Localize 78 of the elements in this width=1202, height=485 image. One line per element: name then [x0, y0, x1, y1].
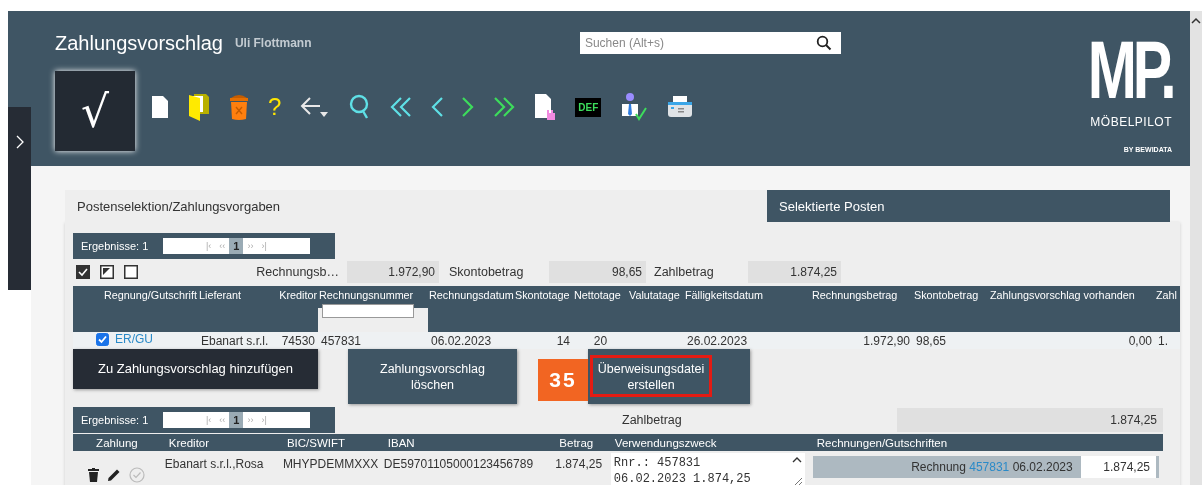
total-label: Zahlbetrag	[653, 265, 715, 279]
back-arrow-icon[interactable]	[300, 95, 331, 119]
tab[interactable]: Selektierte Posten	[767, 190, 1170, 222]
chevron-left-icon[interactable]	[431, 96, 444, 118]
invoice-amount: 1.874,25	[1080, 456, 1156, 478]
total-value: 98,65	[549, 261, 646, 283]
column-header[interactable]: Zahlungsvorschlag vorhanden	[989, 286, 1155, 332]
double-chevron-left-icon[interactable]	[390, 96, 413, 118]
table-cell: 1.	[1158, 333, 1168, 348]
column-header[interactable]: Skontobetrag	[913, 286, 989, 332]
table-cell: 14	[556, 333, 570, 348]
total-label: Rechnungsb…	[255, 265, 340, 279]
search-icon[interactable]	[815, 35, 832, 51]
step-badge: 35	[538, 359, 588, 401]
scrollbar[interactable]	[1190, 11, 1202, 485]
column-header[interactable]: IBAN	[387, 436, 415, 449]
check-all-icon[interactable]	[76, 265, 90, 279]
table-cell: MHYPDEMMXXX	[282, 457, 379, 471]
search-field[interactable]: Suchen (Alt+s)	[579, 32, 816, 54]
results-count: Ergebnisse: 1	[81, 240, 150, 252]
table-cell: 74530	[281, 333, 315, 348]
pencil-icon[interactable]	[107, 468, 122, 482]
printer-icon[interactable]	[667, 95, 694, 119]
new-document-icon[interactable]	[151, 95, 169, 119]
column-header[interactable]: Skontotage	[514, 286, 573, 332]
table-cell: 0,00	[1128, 333, 1152, 348]
table-cell: 1.972,90	[863, 333, 910, 348]
column-header[interactable]: Valutatage	[628, 286, 684, 332]
total-value: 1.874,25	[897, 407, 1163, 432]
document-hand-icon[interactable]	[534, 93, 557, 121]
results-count: Ergebnisse: 1	[81, 413, 150, 426]
column-header[interactable]: Nettotage	[573, 286, 628, 332]
def-icon[interactable]: DEF	[575, 97, 602, 117]
check-circle-icon[interactable]	[129, 467, 146, 483]
page-title: Zahlungsvorschlag	[55, 31, 223, 55]
action-button[interactable]: Zahlungsvorschlag löschen	[348, 349, 517, 404]
column-header[interactable]: Lieferant	[198, 286, 265, 332]
table-cell: Ebanart s.r.l.	[201, 333, 269, 348]
caret-up-icon[interactable]	[1191, 17, 1201, 24]
action-button[interactable]: Zu Zahlungsvorschlag hinzufügen	[73, 349, 318, 389]
double-chevron-right-icon[interactable]	[493, 96, 516, 118]
logo-name: MÖBELPILOT	[1090, 115, 1172, 129]
help-icon[interactable]: ?	[268, 93, 282, 121]
folder-icon[interactable]	[188, 92, 210, 122]
total-label: Skontobetrag	[448, 265, 525, 279]
table-cell: 457831	[321, 333, 362, 348]
invoice-reference: Rechnung 457831 06.02.2023	[812, 456, 1081, 478]
filter-field[interactable]	[322, 304, 414, 318]
logo-mark: MP.	[1087, 31, 1172, 109]
column-header[interactable]: Rechnungsdatum	[428, 286, 514, 332]
table-cell: 20	[593, 333, 608, 348]
page-number[interactable]: 1	[229, 411, 244, 428]
total-value: 1.874,25	[748, 261, 841, 283]
column-header[interactable]: Rechnungsnummer	[318, 286, 428, 332]
table-cell: DE59701105000123456789	[383, 457, 534, 471]
table-cell: 06.02.2023	[431, 333, 492, 348]
confirm-button[interactable]: √	[55, 71, 135, 151]
column-header[interactable]: Zahl	[1155, 286, 1180, 332]
column-header[interactable]: Kreditor	[265, 286, 318, 332]
invert-selection-icon[interactable]	[100, 265, 114, 279]
column-header[interactable]: Fälligkeitsdatum	[684, 286, 811, 332]
caret-up-icon[interactable]	[791, 456, 802, 463]
tab[interactable]: Postenselektion/Zahlungsvorgaben	[65, 190, 767, 222]
page-number[interactable]: 1	[229, 238, 244, 254]
user-name: Uli Flottmann	[234, 36, 313, 50]
action-button[interactable]: Überweisungsdatei erstellen	[588, 349, 750, 404]
table-cell: 1.874,25	[555, 457, 603, 471]
empty-checkbox-icon[interactable]	[124, 265, 138, 279]
total-value: 1.972,90	[347, 261, 439, 283]
total-label: Zahlbetrag	[622, 412, 683, 427]
table-cell: Ebanart s.r.l.,Rosa	[164, 457, 264, 471]
user-check-icon[interactable]	[620, 92, 649, 122]
column-header[interactable]: Rechnungsbetrag	[811, 286, 913, 332]
trash-icon[interactable]	[88, 468, 100, 482]
table-cell: 98,65	[916, 333, 947, 348]
column-header[interactable]: Regnung/Gutschrift	[73, 286, 198, 332]
table-cell: 26.02.2023	[687, 333, 748, 348]
row-checkbox[interactable]	[96, 332, 109, 346]
